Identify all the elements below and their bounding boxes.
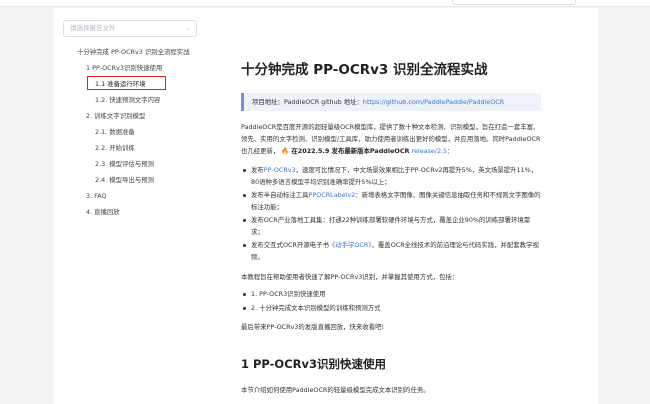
bullet-text: 发布交互式OCR开源电子书 xyxy=(251,241,329,249)
project-callout: 项目地址：PaddleOCR github 地址：https://github.… xyxy=(241,93,541,111)
toc-item-4[interactable]: 4. 直播回放 xyxy=(86,208,120,217)
bullet-text: 发布半自动标注工具 xyxy=(251,191,309,199)
list-item: 2. 十分钟完成文本识别模型的训练和预测方式 xyxy=(241,303,541,315)
ppocrv3-link[interactable]: PP-OCRv3 xyxy=(264,166,296,174)
toc-item-2-2[interactable]: 2.2. 开始训练 xyxy=(95,144,135,153)
toc-item-3[interactable]: 3. FAQ xyxy=(86,192,107,201)
section-heading: 1 PP-OCRv3识别快速使用 xyxy=(241,357,387,371)
top-search-input[interactable] xyxy=(452,0,576,5)
callout-text: 项目地址：PaddleOCR github 地址： xyxy=(252,98,363,106)
toc-item-title[interactable]: 十分钟完成 PP-OCRv3 识别全流程实战 xyxy=(77,48,190,57)
toc-item-2[interactable]: 2. 训练文字识别模型 xyxy=(86,112,145,121)
sidebar: 请选择报告文件 ⌄ 十分钟完成 PP-OCRv3 识别全流程实战 1 PP-OC… xyxy=(53,8,223,404)
ppocrlabel-link[interactable]: PPOCRLabelv2 xyxy=(309,191,356,199)
list-item: 1. PP-OCR3识别快速使用 xyxy=(241,289,541,301)
release-link[interactable]: release/2.5 xyxy=(412,147,448,155)
list-item: 发布OCR产业落地工具集：打通22种训练部署软硬件环境与方式，覆盖企业90%的训… xyxy=(241,215,541,238)
page-title: 十分钟完成 PP-OCRv3 识别全流程实战 xyxy=(241,62,488,78)
bullet-text: 发布 xyxy=(251,166,264,174)
bullet-text: 发布OCR产业落地工具集：打通22种训练部署软硬件环境与方式，覆盖企业90%的训… xyxy=(251,216,531,236)
report-file-select[interactable]: 请选择报告文件 ⌄ xyxy=(63,20,197,37)
intro-paragraph: PaddleOCR是百度开源的超轻量级OCR模型库，提供了数十种文本检测、识别模… xyxy=(241,121,541,157)
toc-item-2-4[interactable]: 2.4. 模型导出与预测 xyxy=(95,176,154,185)
section-text: 本节介绍如何使用PaddleOCR的轻量级模型完成文本识别的任务。 xyxy=(241,386,430,394)
top-bar xyxy=(0,0,650,7)
list-item: 发布半自动标注工具PPOCRLabelv2：新增表格文字图像、图像关键信息抽取任… xyxy=(241,190,541,213)
toc-item-1-2[interactable]: 1.2. 快速预测文字内容 xyxy=(95,96,160,105)
toc-item-1[interactable]: 1 PP-OCRv3识别快速使用 xyxy=(86,64,162,73)
chevron-down-icon: ⌄ xyxy=(185,25,191,32)
fire-icon: 🔥 xyxy=(281,147,290,155)
release-bullets: 发布PP-OCRv3，速度可比情况下，中文场景效果相比于PP-OCRv2再提升5… xyxy=(241,165,541,265)
github-link[interactable]: https://github.com/PaddlePaddle/PaddleOC… xyxy=(363,98,504,106)
tutorial-list: 1. PP-OCR3识别快速使用 2. 十分钟完成文本识别模型的训练和预测方式 xyxy=(241,289,541,316)
list-item: 发布PP-OCRv3，速度可比情况下，中文场景效果相比于PP-OCRv2再提升5… xyxy=(241,165,541,188)
intro-strong: 在2022.5.9 发布最新版本PaddleOCR xyxy=(291,147,410,155)
tutorial-intro: 本教程旨在帮助使用者快速了解PP-OCRv3识别，并掌握其使用方式，包括： xyxy=(241,273,459,281)
intro-end: ： xyxy=(447,147,454,155)
toc-item-2-3[interactable]: 2.3. 模型评估与预测 xyxy=(95,160,154,169)
list-item: 发布交互式OCR开源电子书《动手学OCR》，覆盖OCR全线技术的前沿理论与代码实… xyxy=(241,240,541,263)
closing-text: 最后带来PP-OCRv3的发版直播回放，快来收看吧! xyxy=(241,323,385,331)
toc-item-2-1[interactable]: 2.1. 数据准备 xyxy=(95,128,135,137)
report-file-select-placeholder: 请选择报告文件 xyxy=(70,24,116,32)
page-container: 请选择报告文件 ⌄ 十分钟完成 PP-OCRv3 识别全流程实战 1 PP-OC… xyxy=(53,8,598,404)
ocr-ebook-link[interactable]: 《动手学OCR》 xyxy=(329,241,372,249)
highlight-box xyxy=(87,76,166,90)
